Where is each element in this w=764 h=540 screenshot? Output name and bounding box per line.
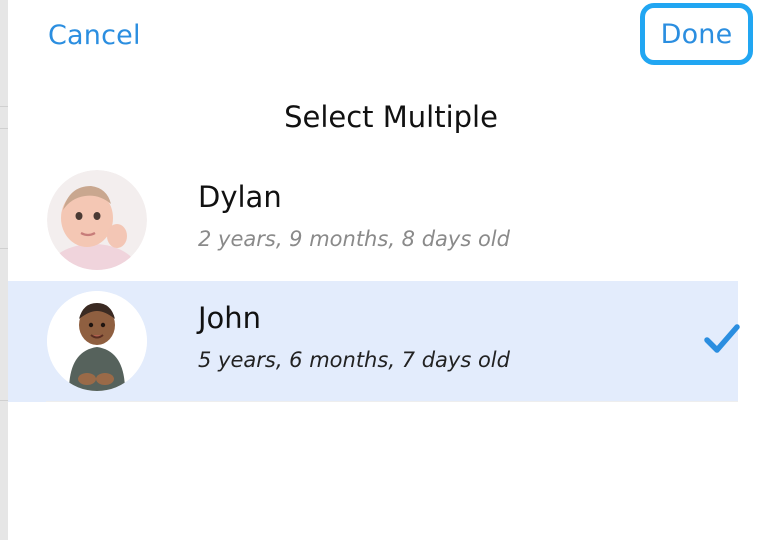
child-age: 5 years, 6 months, 7 days old: [198, 348, 510, 372]
child-age: 2 years, 9 months, 8 days old: [198, 227, 510, 251]
list-separator: [46, 401, 738, 402]
background-screen-edge: [0, 0, 8, 540]
child-name: Dylan: [198, 180, 282, 214]
child-avatar-dylan: [47, 170, 147, 270]
child-name: John: [198, 301, 262, 335]
child-row-dylan[interactable]: Dylan 2 years, 9 months, 8 days old: [8, 160, 738, 281]
child-row-john[interactable]: John 5 years, 6 months, 7 days old: [8, 281, 740, 402]
child-avatar-john: [47, 291, 147, 391]
sheet-title: Select Multiple: [284, 100, 498, 134]
edge-divider: [0, 128, 8, 129]
done-button[interactable]: Done: [640, 3, 753, 65]
cancel-button[interactable]: Cancel: [48, 20, 141, 51]
edge-divider: [0, 400, 8, 401]
screen: Cancel Done Select Multiple Dylan 2 year…: [0, 0, 764, 540]
edge-divider: [0, 248, 8, 249]
select-multiple-sheet: Cancel Done Select Multiple Dylan 2 year…: [8, 0, 764, 540]
done-button-label: Done: [660, 19, 733, 50]
edge-divider: [0, 106, 8, 107]
checkmark-icon: [704, 324, 740, 353]
